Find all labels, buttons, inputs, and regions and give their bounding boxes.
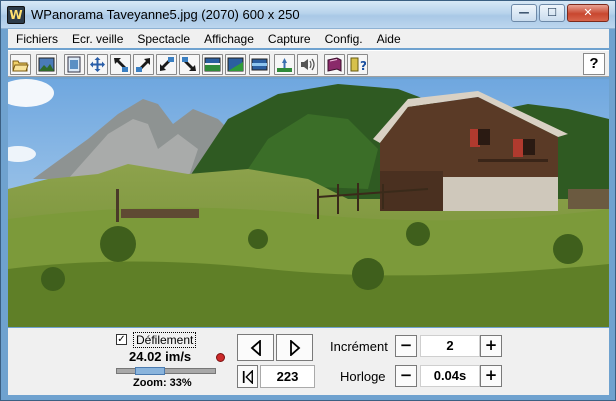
menu-ecr-veille[interactable]: Ecr. veille (72, 32, 123, 46)
scroll-checkbox[interactable]: ✓ (116, 334, 127, 345)
previous-button[interactable] (237, 334, 274, 361)
title-bar[interactable]: W WPanorama Taveyanne5.jpg (2070) 600 x … (1, 1, 615, 29)
zoom-slider[interactable] (116, 367, 216, 375)
menu-bar: Fichiers Ecr. veille Spectacle Affichage… (8, 29, 609, 48)
next-button[interactable] (276, 334, 313, 361)
window-controls: — ☐ ✕ (511, 4, 609, 22)
record-icon[interactable] (216, 353, 225, 362)
app-icon[interactable]: W (7, 6, 25, 24)
arrow-left-icon (250, 339, 261, 356)
clock-plus-button[interactable]: + (480, 365, 502, 387)
panorama-wide-icon[interactable] (202, 54, 223, 75)
app-window: W WPanorama Taveyanne5.jpg (2070) 600 x … (0, 0, 616, 401)
speaker-icon[interactable] (297, 54, 318, 75)
svg-text:?: ? (360, 59, 366, 73)
increment-minus-button[interactable]: − (395, 335, 417, 357)
zoom-slider-thumb[interactable] (135, 367, 165, 375)
control-panel: ✓ Défilement 24.02 im/s Zoom: 33% 223 In… (8, 328, 609, 395)
scroll-label[interactable]: Défilement (133, 332, 197, 348)
menu-affichage[interactable]: Affichage (204, 32, 254, 46)
move-arrows-icon[interactable] (87, 54, 108, 75)
help-button[interactable]: ? (583, 53, 605, 75)
book-icon[interactable] (324, 54, 345, 75)
menu-spectacle[interactable]: Spectacle (137, 32, 190, 46)
open-folder-icon[interactable] (10, 54, 31, 75)
first-frame-button[interactable] (237, 365, 258, 388)
help-book-icon[interactable]: ? (347, 54, 368, 75)
menu-capture[interactable]: Capture (268, 32, 311, 46)
increment-plus-button[interactable]: + (480, 335, 502, 357)
clock-minus-button[interactable]: − (395, 365, 417, 387)
clock-label: Horloge (340, 369, 386, 384)
clock-value[interactable]: 0.04s (420, 365, 480, 387)
arrow-right-icon (289, 339, 300, 356)
close-button[interactable]: ✕ (567, 4, 609, 22)
arrow-up-right-icon[interactable] (133, 54, 154, 75)
panorama-strip-icon[interactable] (249, 54, 270, 75)
minimize-button[interactable]: — (511, 4, 537, 22)
skip-back-icon (242, 369, 253, 384)
menu-aide[interactable]: Aide (377, 32, 401, 46)
speed-readout: 24.02 im/s (129, 349, 192, 364)
increment-value[interactable]: 2 (420, 335, 480, 357)
maximize-button[interactable]: ☐ (539, 4, 565, 22)
increment-label: Incrément (330, 339, 388, 354)
frame-counter: 223 (260, 365, 315, 388)
zoom-label: Zoom: 33% (133, 377, 192, 389)
toolbar: ? ? (8, 50, 609, 77)
window-title: WPanorama Taveyanne5.jpg (2070) 600 x 25… (31, 7, 300, 22)
arrow-down-left-icon[interactable] (156, 54, 177, 75)
arrow-up-left-icon[interactable] (110, 54, 131, 75)
menu-fichiers[interactable]: Fichiers (16, 32, 58, 46)
fit-window-icon[interactable] (64, 54, 85, 75)
horizon-icon[interactable] (274, 54, 295, 75)
landscape-image-icon[interactable] (36, 54, 57, 75)
panorama-view[interactable] (8, 79, 609, 327)
menu-config[interactable]: Config. (325, 32, 363, 46)
panorama-image (8, 79, 609, 327)
arrow-down-right-icon[interactable] (179, 54, 200, 75)
panorama-tilt-icon[interactable] (225, 54, 246, 75)
